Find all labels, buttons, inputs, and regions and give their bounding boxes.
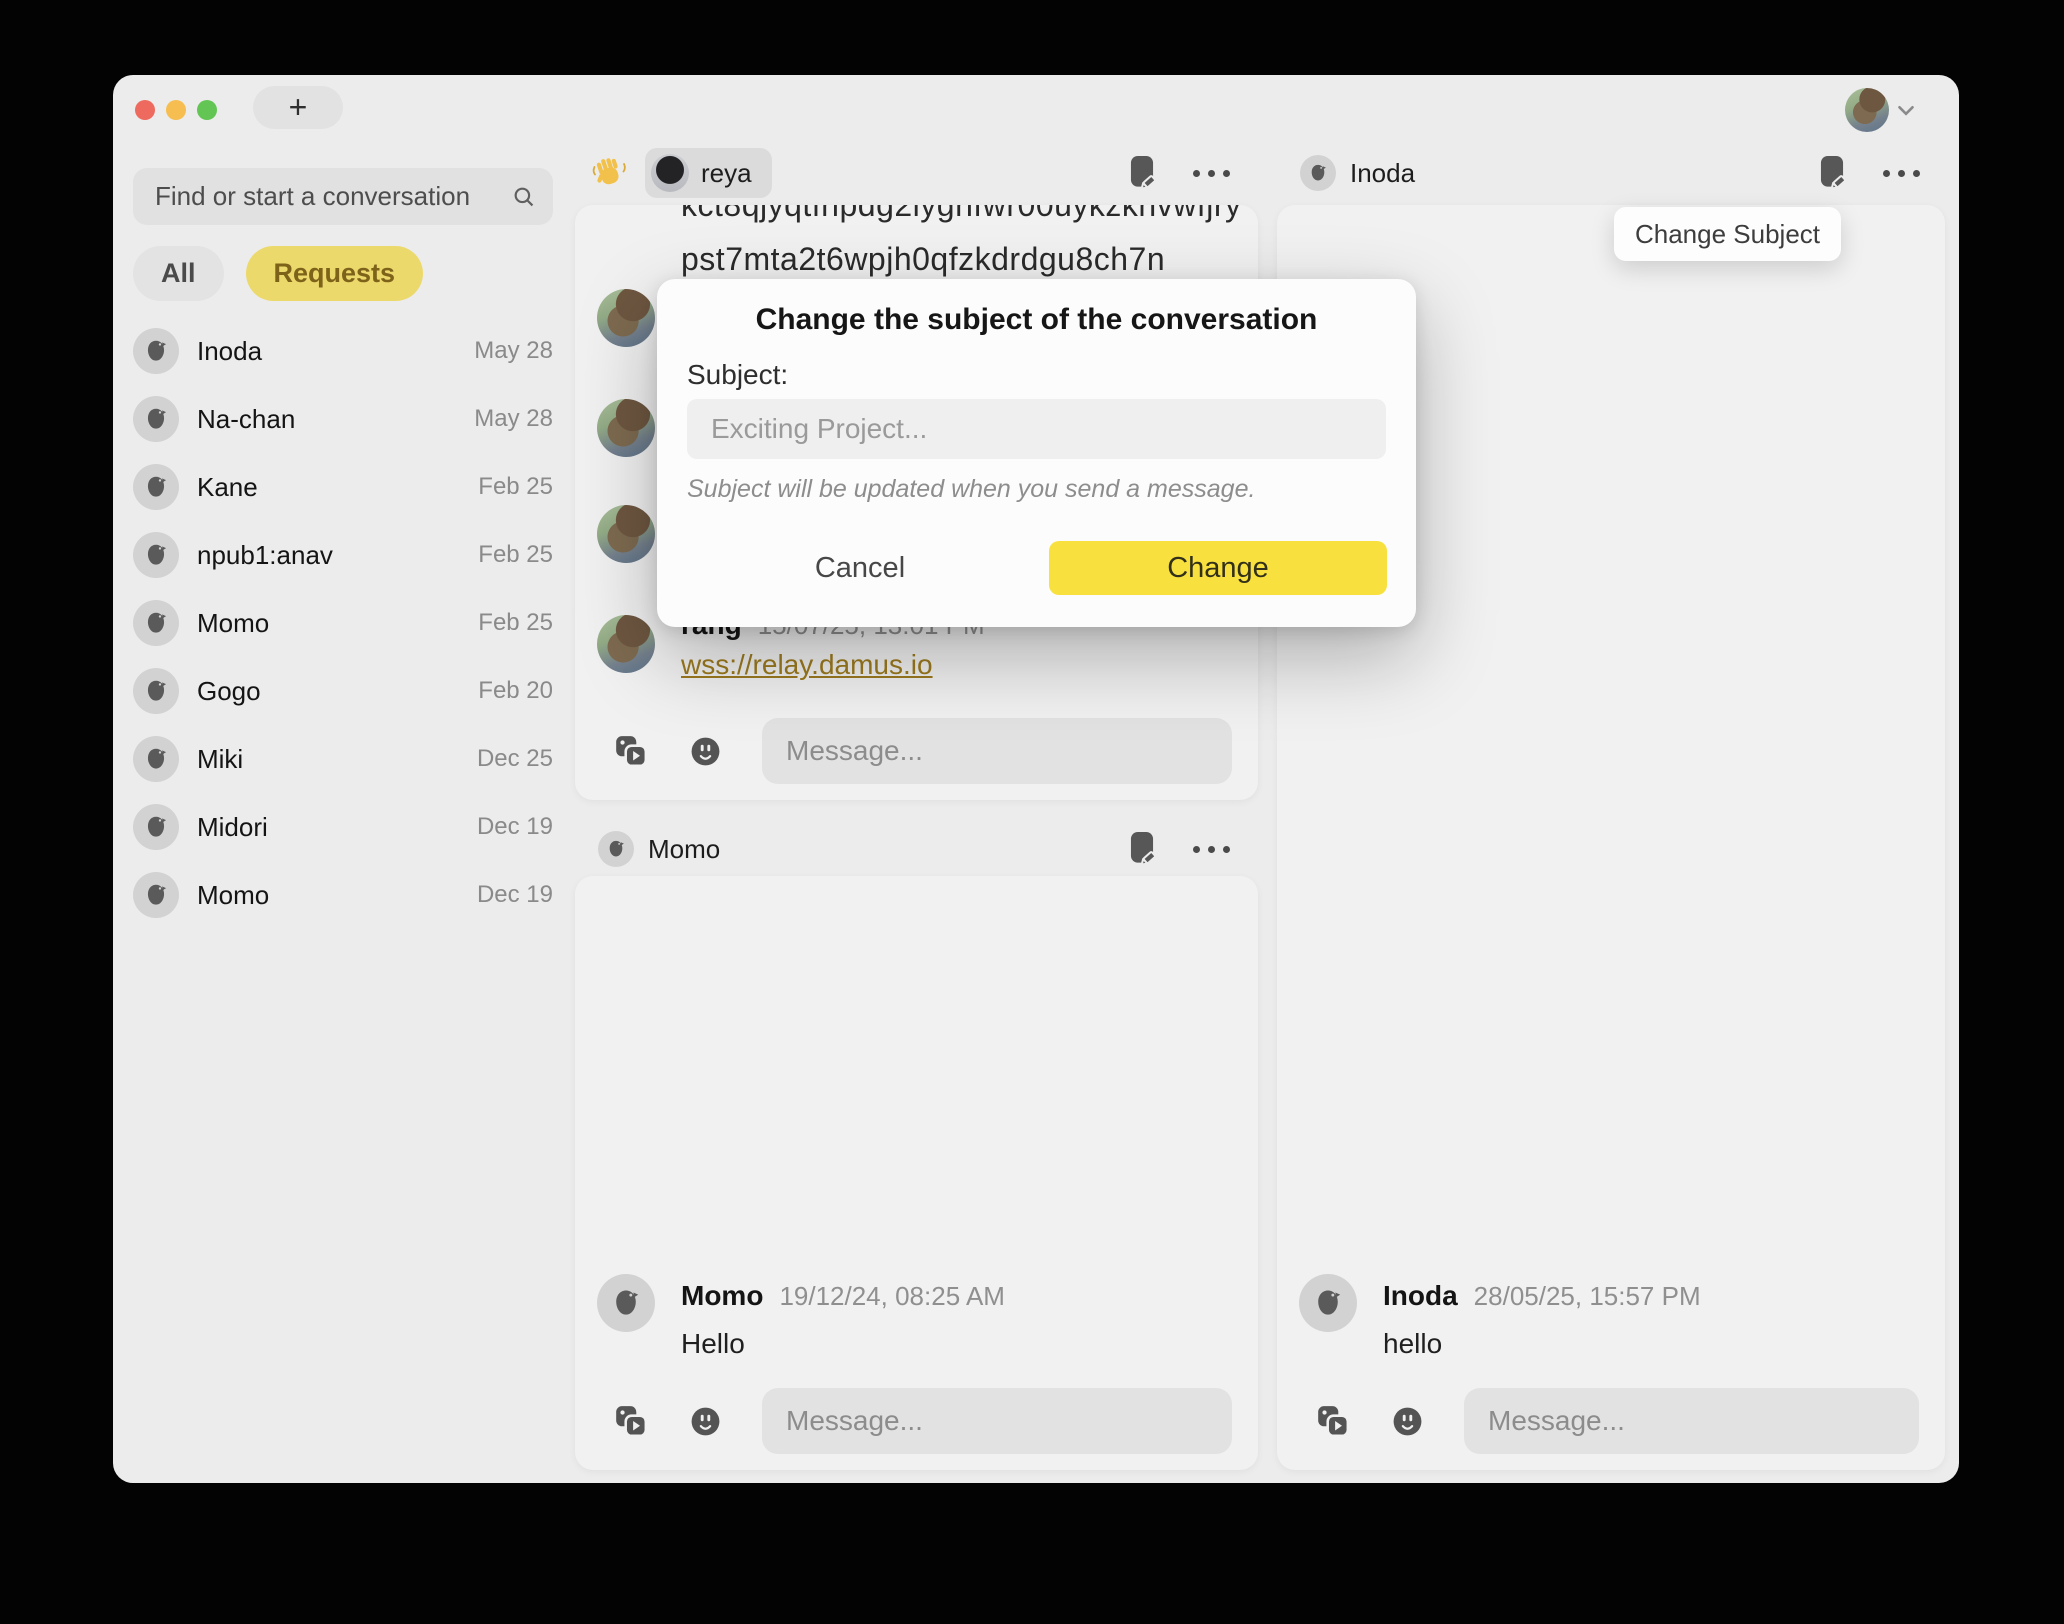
subject-helper-text: Subject will be updated when you send a …	[687, 475, 1255, 504]
conversation-row-momo-2[interactable]: Momo Dec 19	[133, 861, 553, 929]
conversation-name: Kane	[197, 472, 460, 503]
dialog-title: Change the subject of the conversation	[657, 303, 1416, 337]
conversation-name: Na-chan	[197, 404, 456, 435]
change-subject-tooltip: Change Subject	[1614, 207, 1841, 261]
conversation-date: Feb 25	[478, 541, 553, 569]
conversation-date: Feb 25	[478, 473, 553, 501]
contact-avatar-ostrich-icon	[133, 668, 179, 714]
message-timestamp: 28/05/25, 15:57 PM	[1474, 1281, 1701, 1312]
conversation-name: Momo	[197, 608, 460, 639]
close-window-button[interactable]	[135, 100, 155, 120]
conversation-name: npub1:anav	[197, 540, 460, 571]
peer-pill-reya[interactable]: reya	[645, 148, 772, 198]
npub-text-clipped: kct8qjyqtfnpdg2lygnfwr00uykzknvwfjry	[681, 205, 1241, 224]
zoom-window-button[interactable]	[197, 100, 217, 120]
contact-avatar-ostrich-icon	[133, 464, 179, 510]
message-input[interactable]	[1464, 1388, 1919, 1454]
contact-avatar-ostrich-icon	[133, 872, 179, 918]
conversation-date: Dec 19	[477, 813, 553, 841]
contact-avatar-ostrich-icon	[133, 804, 179, 850]
contact-avatar-ostrich-icon	[133, 736, 179, 782]
chat-panel-momo: Momo 19/12/24, 08:25 AM Hello	[575, 876, 1258, 1470]
message-sender: Momo	[681, 1280, 763, 1312]
wave-icon	[591, 155, 627, 191]
more-options-icon[interactable]	[1189, 166, 1234, 181]
account-avatar[interactable]	[1845, 88, 1889, 132]
screen: + All Requests Inoda May 28	[0, 0, 2064, 1624]
conversation-name: Miki	[197, 744, 459, 775]
search-bar	[133, 168, 553, 225]
new-tab-button[interactable]: +	[253, 86, 343, 129]
message-input[interactable]	[762, 718, 1232, 784]
message-text: Hello	[681, 1328, 745, 1360]
conversation-row-midori[interactable]: Midori Dec 19	[133, 793, 553, 861]
emoji-icon[interactable]	[689, 735, 722, 768]
change-button[interactable]: Change	[1049, 541, 1387, 595]
change-subject-icon[interactable]	[1125, 154, 1159, 192]
conversation-name: Inoda	[197, 336, 456, 367]
contact-avatar-ostrich-icon	[133, 600, 179, 646]
app-window: + All Requests Inoda May 28	[113, 75, 1959, 1483]
inoda-avatar-ostrich-icon	[1300, 155, 1336, 191]
rang-avatar	[597, 505, 655, 563]
message-text: hello	[1383, 1328, 1442, 1360]
tab-all[interactable]: All	[133, 246, 224, 301]
emoji-icon[interactable]	[1391, 1405, 1424, 1438]
cancel-button[interactable]: Cancel	[747, 541, 973, 595]
rang-avatar	[597, 615, 655, 673]
tab-requests[interactable]: Requests	[246, 246, 424, 301]
conversation-row-inoda[interactable]: Inoda May 28	[133, 317, 553, 385]
attach-media-icon[interactable]	[613, 733, 649, 769]
chat-title: Momo	[648, 834, 720, 865]
more-options-icon[interactable]	[1879, 166, 1924, 181]
conversation-date: Feb 25	[478, 609, 553, 637]
conversation-date: May 28	[474, 337, 553, 365]
relay-link[interactable]: wss://relay.damus.io	[681, 649, 933, 681]
conversation-date: Dec 19	[477, 881, 553, 909]
subject-input[interactable]	[687, 399, 1386, 459]
minimize-window-button[interactable]	[166, 100, 186, 120]
conversation-row-na-chan[interactable]: Na-chan May 28	[133, 385, 553, 453]
more-options-icon[interactable]	[1189, 842, 1234, 857]
chat-title: Inoda	[1350, 158, 1415, 189]
search-icon	[511, 184, 537, 215]
chevron-down-icon[interactable]	[1893, 97, 1919, 123]
reya-avatar	[651, 154, 689, 192]
conversation-date: Feb 20	[478, 677, 553, 705]
peer-name: reya	[701, 158, 752, 189]
message-input[interactable]	[762, 1388, 1232, 1454]
conversation-row-gogo[interactable]: Gogo Feb 20	[133, 657, 553, 725]
conversation-date: May 28	[474, 405, 553, 433]
conversation-row-miki[interactable]: Miki Dec 25	[133, 725, 553, 793]
conversation-list: Inoda May 28 Na-chan May 28 Kane Feb 25 …	[133, 317, 553, 929]
change-subject-icon[interactable]	[1125, 830, 1159, 868]
inoda-avatar-ostrich-icon	[1299, 1274, 1357, 1332]
conversation-row-npub1anav[interactable]: npub1:anav Feb 25	[133, 521, 553, 589]
attach-media-icon[interactable]	[613, 1403, 649, 1439]
contact-avatar-ostrich-icon	[133, 396, 179, 442]
conversation-date: Dec 25	[477, 745, 553, 773]
message-timestamp: 19/12/24, 08:25 AM	[779, 1281, 1005, 1312]
rang-avatar	[597, 289, 655, 347]
contact-avatar-ostrich-icon	[133, 532, 179, 578]
message-sender: Inoda	[1383, 1280, 1458, 1312]
conversation-name: Gogo	[197, 676, 460, 707]
rang-avatar	[597, 399, 655, 457]
conversation-row-momo[interactable]: Momo Feb 25	[133, 589, 553, 657]
search-input[interactable]	[133, 168, 553, 225]
attach-media-icon[interactable]	[1315, 1403, 1351, 1439]
contact-avatar-ostrich-icon	[133, 328, 179, 374]
change-subject-dialog: Change the subject of the conversation S…	[657, 279, 1416, 627]
subject-label: Subject:	[687, 359, 788, 391]
conversation-name: Momo	[197, 880, 459, 911]
conversation-row-kane[interactable]: Kane Feb 25	[133, 453, 553, 521]
momo-avatar-ostrich-icon	[598, 831, 634, 867]
change-subject-icon[interactable]	[1815, 154, 1849, 192]
emoji-icon[interactable]	[689, 1405, 722, 1438]
momo-avatar-ostrich-icon	[597, 1274, 655, 1332]
conversation-name: Midori	[197, 812, 459, 843]
npub-text: pst7mta2t6wpjh0qfzkdrdgu8ch7n	[681, 241, 1165, 278]
